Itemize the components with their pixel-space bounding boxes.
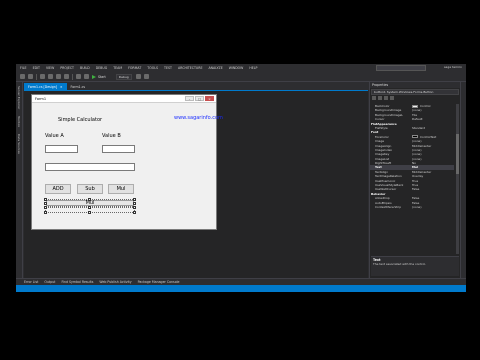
add-button[interactable]: ADD <box>45 184 71 194</box>
toolbar-divider <box>36 73 37 80</box>
property-grid: BackColor Control BackgroundImage (none) Bac… <box>370 104 454 254</box>
tab-label: Form1.cs [Design] <box>28 84 57 89</box>
alphabetical-icon[interactable] <box>378 96 382 100</box>
bottom-tool-tabs: Error List Output Find Symbol Results We… <box>16 278 466 285</box>
menu-help[interactable]: HELP <box>249 66 257 70</box>
minimize-icon[interactable]: – <box>185 96 194 101</box>
property-value[interactable]: (none) <box>410 205 454 209</box>
resize-handle[interactable] <box>44 211 47 214</box>
new-project-icon[interactable] <box>40 74 45 79</box>
categorized-icon[interactable] <box>372 96 376 100</box>
mul-button[interactable]: Mul <box>108 184 134 194</box>
property-row[interactable]: ContextMenuStrip (none) <box>370 205 454 209</box>
user-name[interactable]: saga tamrin <box>444 65 462 69</box>
right-tool-rail <box>460 82 466 278</box>
maximize-icon[interactable]: □ <box>195 96 204 101</box>
redo-icon[interactable] <box>84 74 89 79</box>
menu-team[interactable]: TEAM <box>113 66 122 70</box>
error-list-tab[interactable]: Error List <box>24 280 38 284</box>
ide-window: FILE EDIT VIEW PROJECT BUILD DEBUG TEAM … <box>16 64 466 292</box>
watermark-text: www.sagarinfo.com <box>174 115 223 121</box>
left-tool-rail: Server Explorer Toolbox Data Sources <box>16 82 23 278</box>
web-publish-activity-tab[interactable]: Web Publish Activity <box>99 280 131 284</box>
resize-handle[interactable] <box>88 206 91 209</box>
menu-file[interactable]: FILE <box>20 66 27 70</box>
form-title-bar: Form1 – □ × <box>32 95 216 103</box>
property-name: ContextMenuStrip <box>375 204 402 209</box>
sub-button[interactable]: Sub <box>77 184 103 194</box>
quick-launch-input[interactable] <box>376 65 426 71</box>
property-value-text: (none) <box>412 204 422 209</box>
menu-project[interactable]: PROJECT <box>60 66 74 70</box>
toolbar: Start Debug <box>16 72 466 82</box>
menu-test[interactable]: TEST <box>164 66 172 70</box>
events-icon[interactable] <box>390 96 394 100</box>
tab-form-design[interactable]: Form1.cs [Design] ✕ <box>24 83 67 90</box>
properties-toolbar <box>370 95 460 101</box>
heading-label[interactable]: Simple Calculator <box>58 117 102 123</box>
menu-edit[interactable]: EDIT <box>33 66 40 70</box>
menu-view[interactable]: VIEW <box>46 66 54 70</box>
undo-icon[interactable] <box>76 74 81 79</box>
start-label: Start <box>98 74 106 79</box>
color-swatch-icon <box>412 104 418 108</box>
back-icon[interactable] <box>20 74 25 79</box>
resize-handle[interactable] <box>133 198 136 201</box>
value-b-textbox[interactable] <box>102 145 135 153</box>
toolbox-tab[interactable]: Toolbox <box>17 116 21 127</box>
window-controls: – □ × <box>184 96 214 101</box>
toolbar-icon[interactable] <box>143 74 149 79</box>
menu-debug[interactable]: DEBUG <box>96 66 107 70</box>
tab-form-code[interactable]: Form1.cs <box>67 83 89 90</box>
save-icon[interactable] <box>56 74 61 79</box>
output-tab[interactable]: Output <box>44 280 55 284</box>
close-icon[interactable]: ✕ <box>60 85 63 89</box>
tab-label: Form1.cs <box>70 84 85 89</box>
save-all-icon[interactable] <box>64 74 69 79</box>
scroll-thumb[interactable] <box>456 134 459 174</box>
resize-handle[interactable] <box>133 202 136 205</box>
menu-tools[interactable]: TOOLS <box>147 66 158 70</box>
resize-handle[interactable] <box>88 211 91 214</box>
value-a-label[interactable]: Value A <box>45 133 64 139</box>
value-b-label[interactable]: Value B <box>102 133 121 139</box>
resize-handle[interactable] <box>44 198 47 201</box>
menu-window[interactable]: WINDOW <box>229 66 244 70</box>
properties-panel: Properties button1 System.Windows.Forms.… <box>369 82 460 278</box>
resize-handle[interactable] <box>44 202 47 205</box>
status-bar <box>16 285 466 292</box>
value-a-textbox[interactable] <box>45 145 78 153</box>
property-scrollbar[interactable] <box>456 104 459 254</box>
play-icon <box>92 74 96 79</box>
color-swatch-icon <box>412 135 418 139</box>
resize-handle[interactable] <box>133 206 136 209</box>
menu-format[interactable]: FORMAT <box>128 66 141 70</box>
resize-handle[interactable] <box>44 206 47 209</box>
property-description: Text The text associated with the contro… <box>371 256 459 276</box>
toolbar-divider <box>72 73 73 80</box>
document-tabs: Form1.cs [Design] ✕ Form1.cs <box>24 83 368 90</box>
config-dropdown[interactable]: Debug <box>115 73 132 80</box>
properties-title: Properties <box>370 82 460 88</box>
toolbar-icon[interactable] <box>135 74 141 79</box>
open-icon[interactable] <box>48 74 53 79</box>
server-explorer-tab[interactable]: Server Explorer <box>17 86 21 109</box>
forward-icon[interactable] <box>28 74 33 79</box>
find-symbol-results-tab[interactable]: Find Symbol Results <box>61 280 93 284</box>
properties-icon[interactable] <box>384 96 388 100</box>
menu-analyze[interactable]: ANALYZE <box>208 66 222 70</box>
form-title: Form1 <box>35 96 47 101</box>
package-manager-console-tab[interactable]: Package Manager Console <box>138 280 180 284</box>
description-text: The text associated with the control. <box>373 262 426 266</box>
menu-build[interactable]: BUILD <box>80 66 90 70</box>
data-sources-tab[interactable]: Data Sources <box>17 134 21 154</box>
close-icon[interactable]: × <box>205 96 214 101</box>
resize-handle[interactable] <box>133 211 136 214</box>
resize-handle[interactable] <box>88 198 91 201</box>
form-body: Simple Calculator Value A Value B ADD Su… <box>32 103 216 229</box>
result-textbox[interactable] <box>45 163 135 171</box>
menu-architecture[interactable]: ARCHITECTURE <box>178 66 203 70</box>
start-button[interactable]: Start <box>92 74 110 79</box>
